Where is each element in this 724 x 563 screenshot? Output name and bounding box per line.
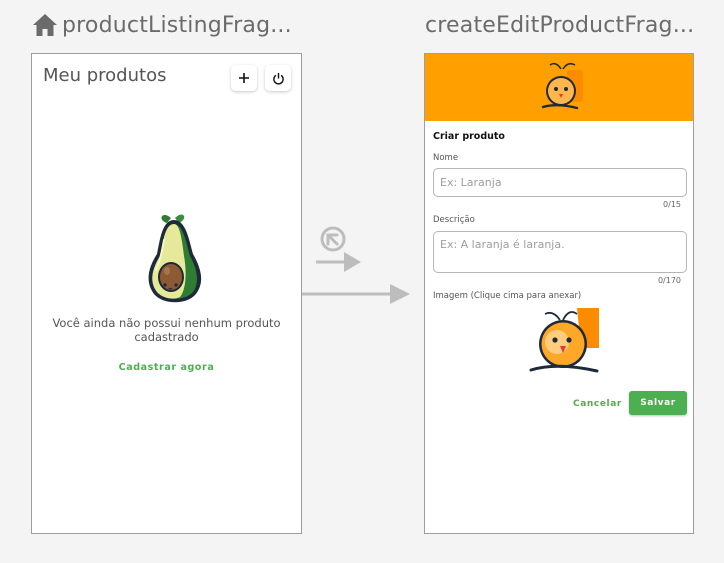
image-label: Imagem (Clique cima para anexar) [433,291,582,301]
name-label: Nome [433,153,459,163]
orange-mascot-illustration [541,62,583,110]
logout-button[interactable] [265,65,291,91]
navigation-arrow [302,284,410,304]
add-product-button[interactable] [231,65,257,91]
header-banner [425,54,693,121]
create-edit-product-screen[interactable]: Criar produto Nome 0/15 Descrição 0/170 … [424,53,694,534]
empty-state-line-2: cadastrado [134,330,199,344]
product-image-picker[interactable] [527,306,601,376]
description-input[interactable] [433,231,687,273]
empty-state-line-1: Você ainda não possui nenhum produto [52,316,281,330]
form-title: Criar produto [433,131,505,142]
plus-icon [239,73,249,83]
action-icon [316,226,361,272]
avocado-illustration [148,214,202,303]
name-counter: 0/15 [663,200,681,209]
cancel-button[interactable]: Cancelar [573,399,622,409]
save-button[interactable]: Salvar [629,391,687,415]
start-fragment-title: productListingFrag... [62,13,292,38]
product-listing-screen[interactable]: Meu produtos Você ainda não possui nenhu… [31,53,302,534]
description-counter: 0/170 [657,276,681,285]
description-label: Descrição [433,215,475,225]
empty-state-message: Você ainda não possui nenhum produto cad… [32,316,301,344]
power-icon [272,72,284,85]
page-title: Meu produtos [43,65,167,86]
name-input[interactable] [433,168,687,197]
register-now-link[interactable]: Cadastrar agora [32,362,301,373]
home-icon [33,14,57,36]
target-fragment-title: createEditProductFrag... [425,13,695,38]
